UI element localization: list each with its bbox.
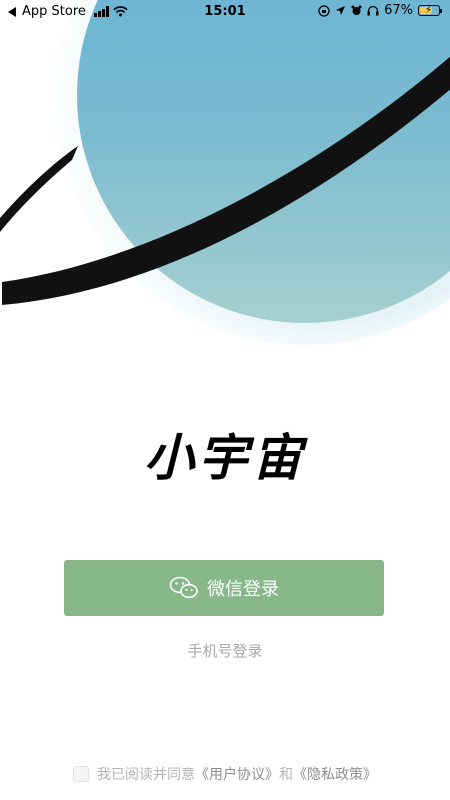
user-agreement-link[interactable]: 《用户协议》 <box>195 764 279 784</box>
wechat-login-label: 微信登录 <box>207 579 279 600</box>
agreement-conjunction: 和 <box>279 767 293 783</box>
screen-lock-icon <box>318 4 330 17</box>
charging-bolt-icon: ⚡ <box>425 5 433 16</box>
battery-icon: ⚡ <box>418 5 442 16</box>
status-icons: 67% ⚡ <box>318 3 442 18</box>
wechat-login-button[interactable]: 微信登录 <box>64 560 384 616</box>
wechat-icon <box>169 576 198 599</box>
privacy-policy-link[interactable]: 《隐私政策》 <box>293 764 377 784</box>
agreement-prefix: 我已阅读并同意 <box>97 767 195 783</box>
battery-percent: 67% <box>384 3 413 18</box>
planet-illustration <box>0 0 450 380</box>
headphones-icon <box>367 5 379 16</box>
login-screen: App Store 15:01 67% ⚡ 小宇宙 微信登录 手机号登录 我已阅… <box>0 0 450 800</box>
phone-login-link[interactable]: 手机号登录 <box>0 640 450 661</box>
agreement-row: 我已阅读并同意 《用户协议》 和 《隐私政策》 <box>0 764 450 784</box>
alarm-icon <box>351 5 362 15</box>
planet-ring-back <box>0 146 78 232</box>
status-bar: App Store 15:01 67% ⚡ <box>0 0 450 24</box>
location-icon <box>336 6 346 15</box>
agreement-checkbox[interactable] <box>73 766 89 782</box>
app-title: 小宇宙 <box>144 429 306 487</box>
planet-graphic <box>0 0 450 345</box>
